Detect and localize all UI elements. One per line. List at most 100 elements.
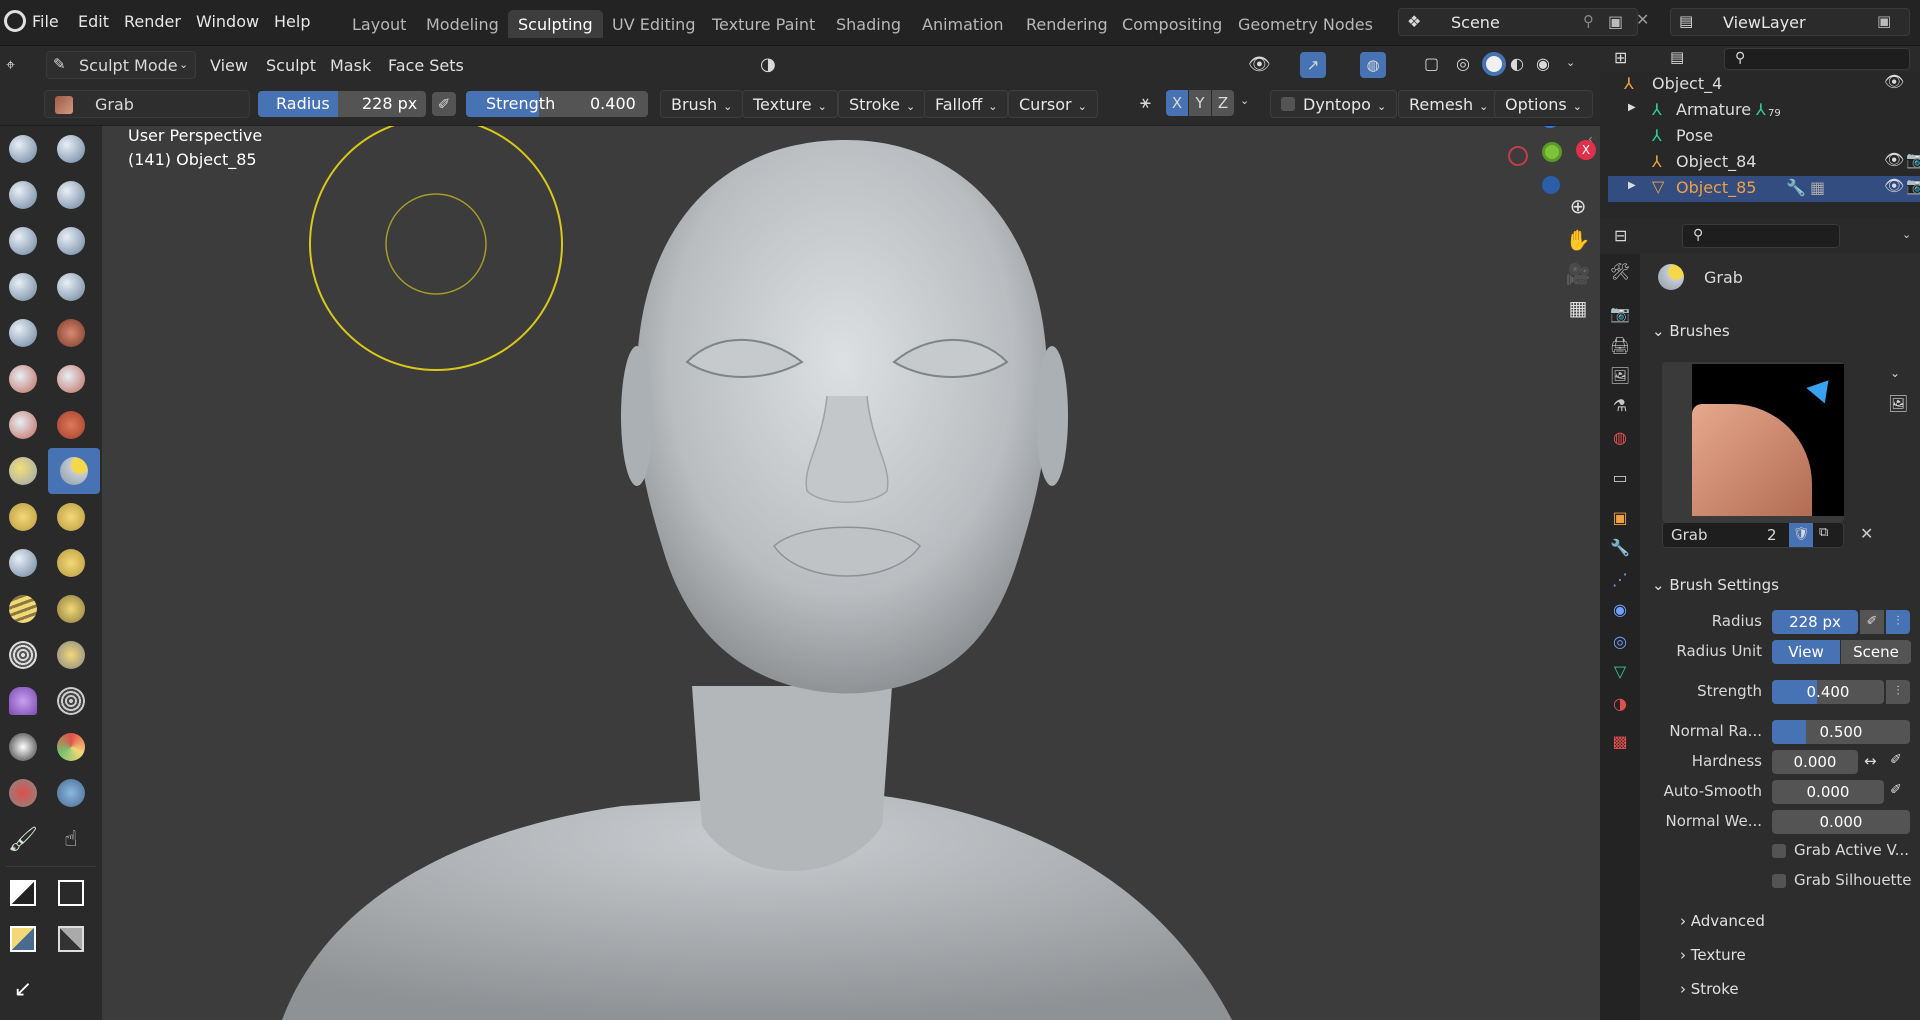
perspective-toggle-icon[interactable]: ▦ — [1562, 292, 1594, 324]
unlink-icon[interactable]: ✕ — [1860, 524, 1873, 543]
fill-tool[interactable] — [50, 358, 92, 400]
radius-unit-view-button[interactable]: View — [1772, 640, 1840, 664]
render-tab-icon[interactable]: 📷 — [1608, 302, 1632, 326]
scene-selector[interactable]: ❖ Scene ⚲ — [1398, 8, 1638, 36]
transform-gizmo-icon[interactable]: ⌖ — [6, 55, 15, 75]
editor-type-icon[interactable]: ⊞ — [1614, 48, 1627, 67]
strength-pressure-icon[interactable]: ⫶ — [1886, 680, 1910, 704]
blob-tool[interactable] — [50, 266, 92, 308]
hardness-pressure-icon[interactable]: ✐ — [1890, 752, 1902, 768]
transform-pivot-icon[interactable]: ◑ — [760, 54, 776, 75]
pinch-tool[interactable] — [2, 450, 44, 492]
eye-icon[interactable]: 👁 — [1884, 176, 1904, 195]
mask-tool[interactable] — [2, 726, 44, 768]
options-menu[interactable]: Options ⌄ — [1494, 90, 1593, 118]
grab-active-vertex-checkbox[interactable] — [1772, 844, 1786, 858]
tab-rendering[interactable]: Rendering — [1016, 10, 1118, 38]
pressure-pen-icon[interactable]: ✐ — [432, 92, 456, 116]
menu-mask[interactable]: Mask — [330, 56, 371, 75]
radius-unit-scene-button[interactable]: Scene — [1841, 640, 1911, 664]
brush-settings-header[interactable]: ⌄ Brush Settings — [1652, 576, 1779, 594]
crease-tool[interactable] — [2, 312, 44, 354]
outliner-row-object4[interactable]: ⅄ Object_4 👁 — [1608, 72, 1920, 98]
invert-hardness-icon[interactable]: ↔ — [1864, 752, 1877, 770]
grab-tool[interactable] — [48, 448, 100, 494]
tab-animation[interactable]: Animation — [912, 10, 1014, 38]
camera-icon[interactable]: 📷 — [1906, 150, 1920, 169]
inflate-tool[interactable] — [2, 266, 44, 308]
box-trim-tool[interactable] — [50, 918, 92, 960]
brushes-section-header[interactable]: ⌄ Brushes — [1652, 322, 1730, 340]
pan-hand-icon[interactable]: ✋ — [1562, 224, 1594, 256]
autosmooth-slider[interactable]: 0.000 — [1772, 780, 1884, 804]
mode-selector[interactable]: ✎ Sculpt Mode ⌄ — [46, 51, 196, 79]
smear-tool[interactable]: ☝ — [50, 818, 92, 860]
stroke-menu[interactable]: Stroke ⌄ — [838, 90, 927, 118]
view-layer-tab-icon[interactable]: 🖼 — [1608, 364, 1632, 388]
output-tab-icon[interactable]: 🖨 — [1608, 334, 1632, 358]
axis-x-toggle[interactable]: X — [1166, 90, 1188, 116]
draw-sharp-tool[interactable] — [50, 128, 92, 170]
scrape-tool[interactable] — [2, 404, 44, 446]
close-scene-icon[interactable]: ✕ — [1636, 10, 1649, 29]
gizmo-x-axis[interactable]: X — [1576, 140, 1596, 160]
outliner-row-armature[interactable]: ▶ ⅄ Armature ⅄ 79 — [1608, 98, 1920, 124]
tab-uv-editing[interactable]: UV Editing — [602, 10, 705, 38]
brush-preview[interactable] — [1662, 362, 1844, 522]
strength-slider[interactable]: Strength 0.400 — [466, 91, 648, 117]
outliner-row-object84[interactable]: ⅄ Object_84 👁 📷 — [1608, 150, 1920, 176]
texture-section-header[interactable]: › Texture — [1680, 946, 1746, 964]
camera-icon[interactable]: 📷 — [1906, 176, 1920, 195]
object-tab-icon[interactable]: ▣ — [1608, 506, 1632, 530]
radius-prop-field[interactable]: 228 px — [1772, 610, 1858, 634]
tab-sculpting[interactable]: Sculpting — [508, 10, 603, 38]
chevron-down-icon[interactable]: ⌄ — [1902, 228, 1911, 241]
tab-modeling[interactable]: Modeling — [416, 10, 509, 38]
chevron-down-icon[interactable]: ⌄ — [1240, 94, 1249, 107]
brush-dropdown-icon[interactable]: ⌄ — [1890, 366, 1900, 380]
expand-arrow-icon[interactable]: ▶ — [1628, 102, 1636, 113]
fake-user-shield-icon[interactable]: 🛡 — [1789, 523, 1813, 547]
modifier-tab-icon[interactable]: 🔧 — [1608, 536, 1632, 560]
multires-displacement-eraser-tool[interactable] — [2, 772, 44, 814]
simplify-tool[interactable] — [50, 680, 92, 722]
snake-hook-tool[interactable] — [50, 496, 92, 538]
gizmo-y-negative[interactable] — [1508, 146, 1528, 166]
box-mask-tool[interactable] — [2, 872, 44, 914]
pin-icon[interactable]: ⚲ — [1583, 12, 1594, 30]
blender-logo-icon[interactable] — [4, 10, 26, 32]
falloff-menu[interactable]: Falloff ⌄ — [924, 90, 1009, 118]
brush-image-icon[interactable]: 🖼 — [1888, 394, 1908, 413]
gizmo-z-negative[interactable] — [1542, 176, 1560, 194]
data-tab-icon[interactable]: ▽ — [1608, 660, 1632, 684]
xray-icon[interactable]: ▢ — [1424, 54, 1439, 73]
menu-file[interactable]: File — [32, 12, 59, 31]
dyntopo-menu[interactable]: Dyntopo ⌄ — [1270, 90, 1398, 118]
display-mode-icon[interactable]: ▤ — [1670, 48, 1684, 66]
menu-window[interactable]: Window — [196, 12, 259, 31]
tab-layout[interactable]: Layout — [342, 10, 416, 38]
paint-tool[interactable]: 🖌 — [2, 818, 44, 860]
multires-displacement-smear-tool[interactable] — [50, 772, 92, 814]
clay-thumb-tool[interactable] — [2, 220, 44, 262]
properties-search-input[interactable]: ⚲ — [1682, 224, 1840, 248]
boundary-tool[interactable] — [50, 634, 92, 676]
normal-weight-slider[interactable]: 0.000 — [1772, 810, 1910, 834]
nudge-tool[interactable] — [2, 588, 44, 630]
outliner-row-pose[interactable]: ⅄ Pose — [1608, 124, 1920, 150]
wireframe-shading-icon[interactable]: ◎ — [1456, 54, 1470, 73]
new-viewlayer-icon[interactable]: ▣ — [1877, 12, 1891, 30]
autosmooth-pressure-icon[interactable]: ✐ — [1890, 782, 1902, 798]
collection-tab-icon[interactable]: ▭ — [1608, 466, 1632, 490]
constraints-tab-icon[interactable]: ◎ — [1608, 630, 1632, 654]
radius-pressure-icon[interactable]: ✐ — [1860, 610, 1884, 634]
tab-texture-paint[interactable]: Texture Paint — [702, 10, 825, 38]
radius-jitter-icon[interactable]: ⫶ — [1886, 610, 1910, 634]
camera-view-icon[interactable]: 🎥 — [1562, 258, 1594, 290]
editor-type-icon[interactable]: ⊟ — [1614, 226, 1627, 245]
brush-menu[interactable]: Brush ⌄ — [660, 90, 744, 118]
smooth-tool[interactable] — [50, 312, 92, 354]
elastic-deform-tool[interactable] — [2, 496, 44, 538]
multiplane-scrape-tool[interactable] — [50, 404, 92, 446]
rendered-shading-icon[interactable]: ◉ — [1536, 54, 1550, 73]
